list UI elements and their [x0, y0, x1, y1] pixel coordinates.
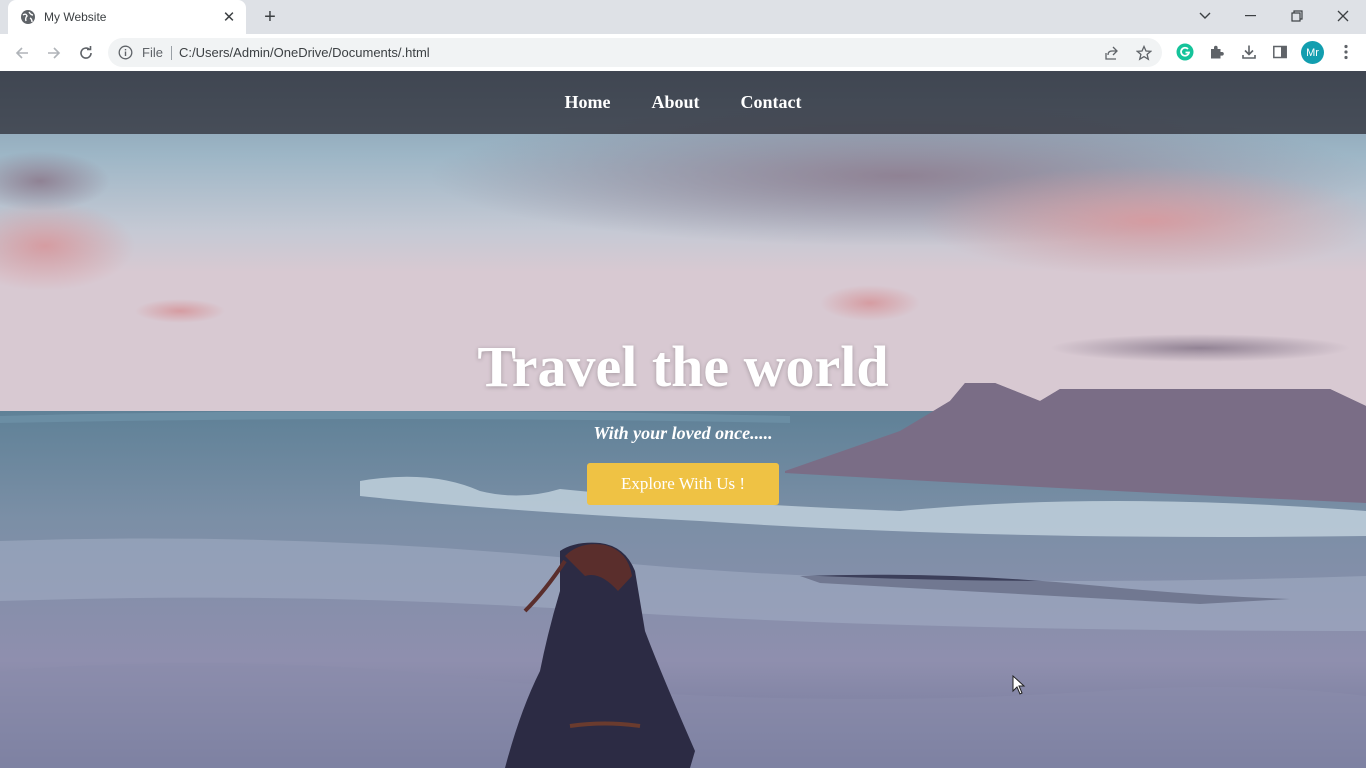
reload-button[interactable]	[74, 41, 98, 65]
star-icon[interactable]	[1135, 44, 1153, 62]
url-text[interactable]: C:/Users/Admin/OneDrive/Documents/.html	[179, 45, 430, 60]
address-bar[interactable]: File C:/Users/Admin/OneDrive/Documents/.…	[108, 38, 1162, 67]
hero-subtitle: With your loved once.....	[593, 423, 773, 443]
profile-avatar[interactable]: Mr	[1301, 41, 1324, 64]
new-tab-button[interactable]: +	[258, 6, 282, 28]
tab-strip: My Website ✕ +	[0, 0, 1366, 34]
nav-link-contact[interactable]: Contact	[741, 92, 802, 113]
browser-tab[interactable]: My Website ✕	[8, 0, 246, 34]
menu-dots-icon[interactable]	[1336, 42, 1356, 62]
mouse-cursor-icon	[1012, 675, 1026, 695]
page-viewport: Home About Contact Travel the world With…	[0, 71, 1366, 768]
close-window-button[interactable]	[1320, 0, 1366, 32]
explore-button[interactable]: Explore With Us !	[587, 463, 779, 505]
globe-icon	[20, 9, 36, 25]
hero-title: Travel the world	[477, 334, 889, 399]
file-scheme-label: File	[142, 45, 163, 60]
close-tab-icon[interactable]: ✕	[220, 8, 238, 26]
restore-button[interactable]	[1274, 0, 1320, 32]
tab-search-chevron-icon[interactable]	[1182, 0, 1228, 32]
minimize-button[interactable]	[1228, 0, 1274, 32]
hero-background-image	[0, 71, 1366, 768]
address-divider	[171, 46, 172, 60]
back-button[interactable]	[10, 41, 34, 65]
site-navbar: Home About Contact	[0, 71, 1366, 134]
share-icon[interactable]	[1103, 44, 1121, 62]
forward-button[interactable]	[42, 41, 66, 65]
info-icon[interactable]	[118, 45, 133, 60]
extensions-icon[interactable]	[1207, 42, 1227, 62]
side-panel-icon[interactable]	[1270, 42, 1290, 62]
tab-title: My Website	[44, 10, 107, 24]
nav-link-home[interactable]: Home	[565, 92, 611, 113]
download-icon[interactable]	[1239, 42, 1259, 62]
nav-link-about[interactable]: About	[651, 92, 699, 113]
grammarly-icon[interactable]	[1175, 42, 1195, 62]
browser-toolbar: File C:/Users/Admin/OneDrive/Documents/.…	[0, 34, 1366, 71]
